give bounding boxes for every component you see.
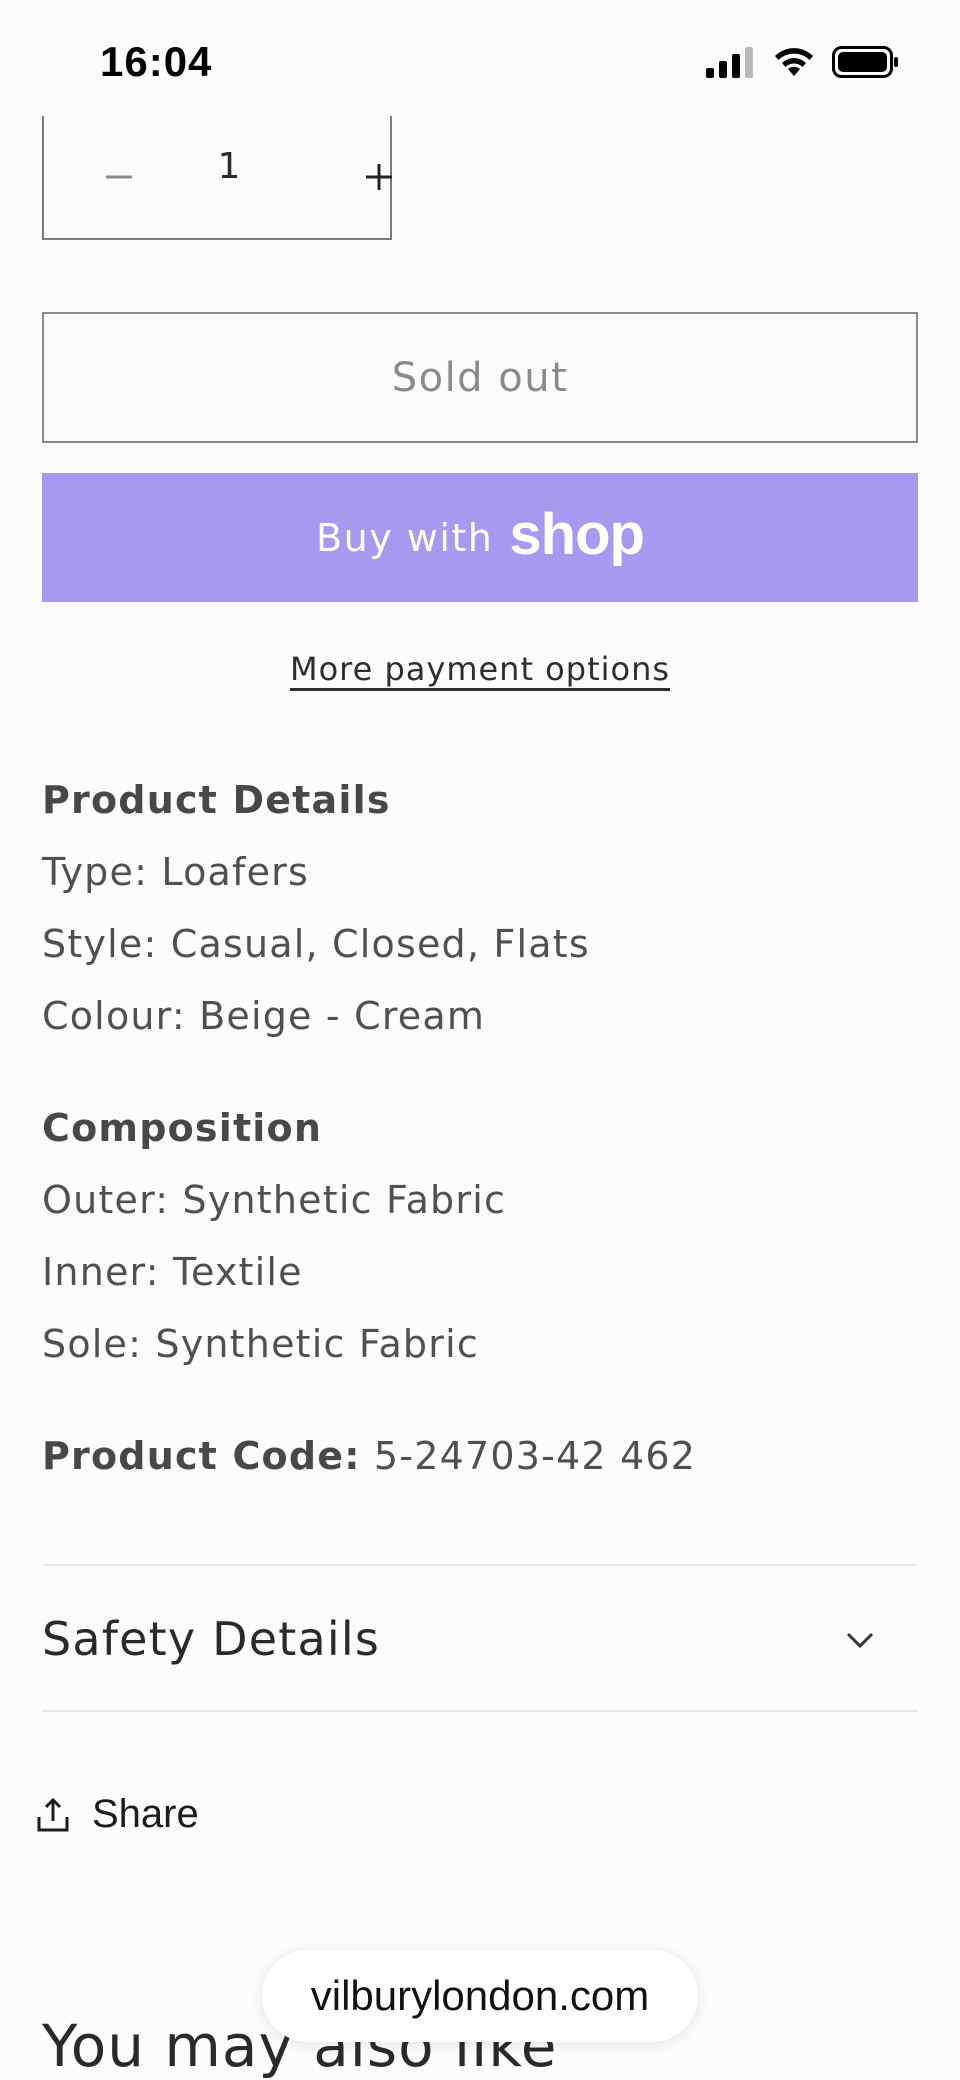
composition-outer: Outer: Synthetic Fabric (42, 1178, 507, 1222)
chevron-down-icon (846, 1632, 874, 1649)
quantity-value[interactable]: 1 (204, 146, 254, 187)
status-bar: 16:04 (0, 0, 960, 118)
battery-icon (832, 46, 898, 78)
product-style: Style: Casual, Closed, Flats (42, 922, 590, 966)
composition-inner: Inner: Textile (42, 1250, 303, 1294)
share-icon (37, 1797, 69, 1831)
product-code: Product Code: 5-24703-42 462 (42, 1434, 696, 1478)
product-type: Type: Loafers (42, 850, 309, 894)
more-payment-options-link[interactable]: More payment options (290, 650, 670, 688)
shop-logo: shop (509, 502, 645, 567)
cellular-signal-icon (706, 47, 753, 78)
decrease-quantity-button[interactable] (84, 142, 154, 212)
share-label: Share (92, 1792, 199, 1836)
quantity-stepper[interactable]: 1 (42, 116, 392, 240)
sold-out-button[interactable]: Sold out (42, 312, 918, 443)
composition-heading: Composition (42, 1106, 323, 1150)
wifi-icon (775, 48, 813, 76)
product-code-value: 5-24703-42 462 (373, 1434, 697, 1478)
status-time: 16:04 (100, 38, 213, 85)
composition-sole: Sole: Synthetic Fabric (42, 1322, 479, 1366)
status-icons (706, 46, 900, 78)
divider (42, 1710, 918, 1712)
share-button[interactable]: Share (36, 1792, 199, 1837)
product-details-heading: Product Details (42, 778, 391, 822)
minus-icon (106, 175, 132, 179)
more-payment-options-container: More payment options (0, 650, 960, 688)
buy-with-label: Buy with (316, 515, 494, 560)
increase-quantity-button[interactable] (344, 142, 414, 212)
product-code-label: Product Code: (42, 1434, 361, 1478)
safety-details-label: Safety Details (42, 1612, 381, 1666)
safety-details-accordion[interactable]: Safety Details (42, 1566, 918, 1712)
plus-icon (366, 164, 392, 190)
product-colour: Colour: Beige - Cream (42, 994, 486, 1038)
browser-url-bar[interactable]: vilburylondon.com (262, 1950, 698, 2042)
buy-with-shop-button[interactable]: Buy with shop (42, 473, 918, 602)
